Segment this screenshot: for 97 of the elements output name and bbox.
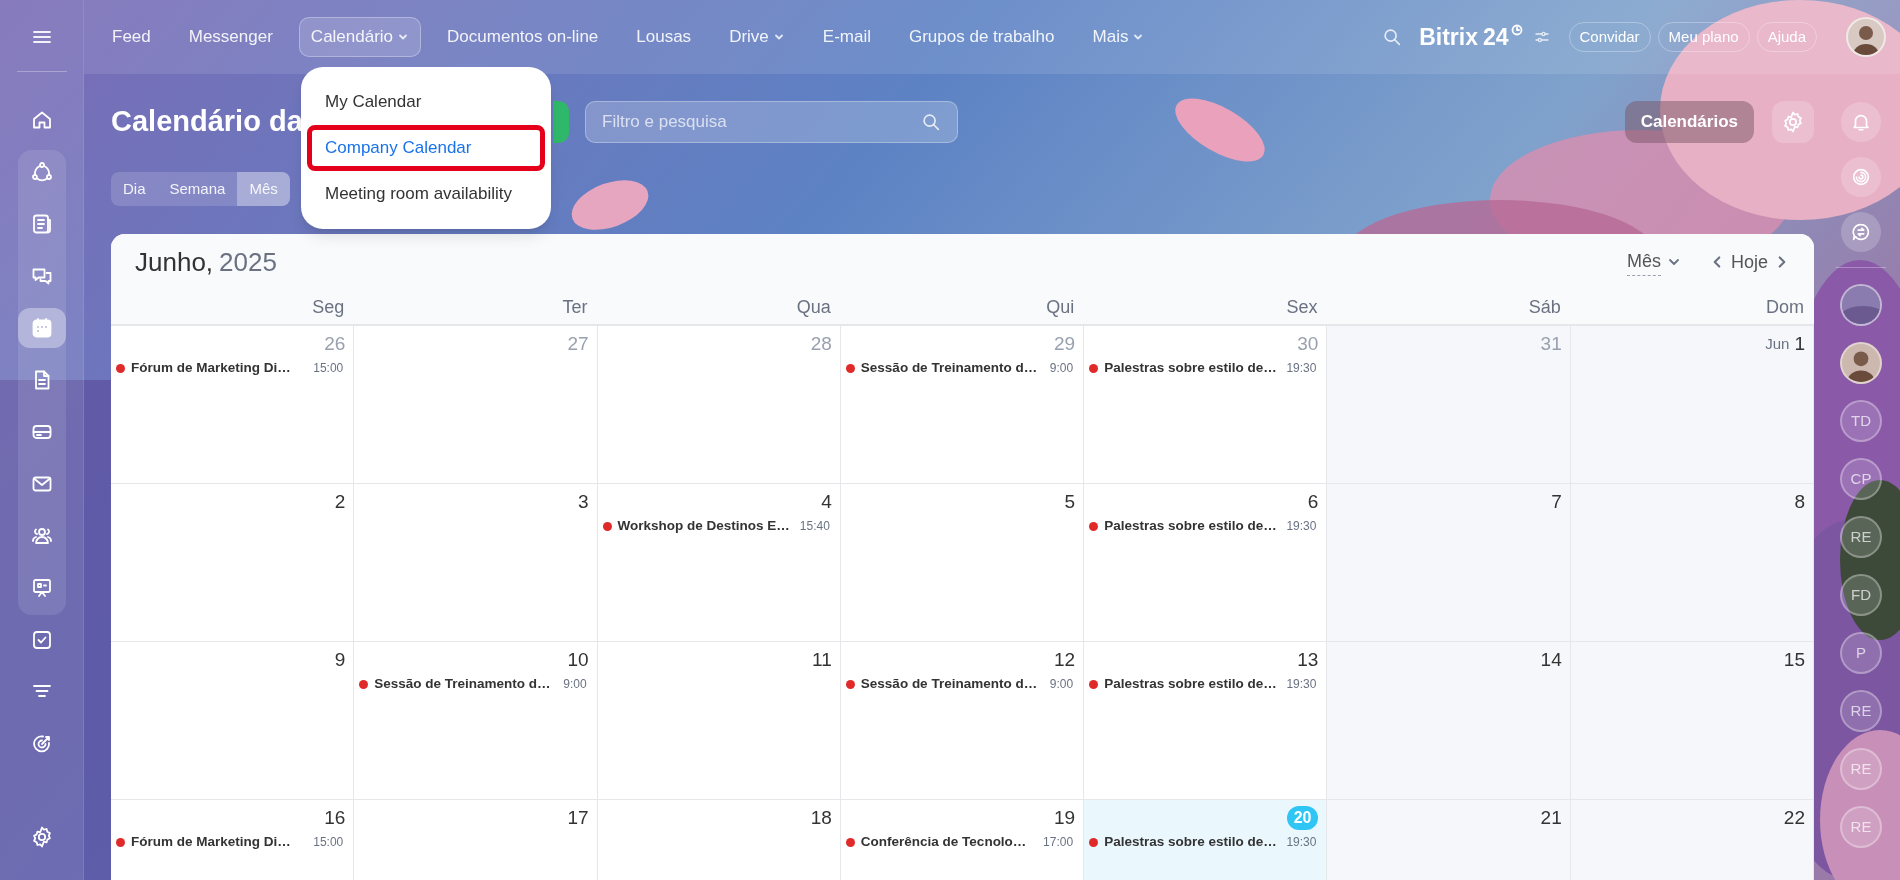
day-number: 19 <box>1054 805 1076 830</box>
day-cell[interactable]: 30 Palestras sobre estilo de… 19:30 <box>1084 326 1328 484</box>
month-label: Jun <box>1765 333 1790 354</box>
day-cell[interactable]: 14 <box>1327 642 1571 800</box>
day-number: 22 <box>1783 805 1805 830</box>
day-number: 7 <box>1551 489 1562 514</box>
day-number: 6 <box>1307 489 1319 514</box>
day-cell[interactable]: Jun 1 <box>1570 326 1814 484</box>
day-cell[interactable]: 22 <box>1570 800 1814 880</box>
day-cell[interactable]: 4 Workshop de Destinos E… 15:40 <box>597 484 841 642</box>
nodes-icon[interactable] <box>29 160 54 184</box>
weekday-label: Qui <box>1046 295 1075 319</box>
menu-item[interactable]: Company Calendar <box>307 125 545 171</box>
today-button[interactable]: Hoje <box>1730 248 1768 276</box>
menu-item[interactable]: Meeting room availability <box>307 171 545 217</box>
day-number: 30 <box>1297 331 1319 356</box>
menu-item[interactable]: My Calendar <box>307 79 545 125</box>
event-title[interactable]: Sessão de Treinamento d… <box>860 673 1038 695</box>
event-title[interactable]: Palestras sobre estilo de… <box>1104 515 1277 537</box>
day-number: 29 <box>1054 331 1076 356</box>
day-cell[interactable]: 11 <box>597 642 841 800</box>
day-number: 4 <box>821 489 832 514</box>
event-title[interactable]: Sessão de Treinamento d… <box>374 673 551 695</box>
day-number: 18 <box>810 805 832 830</box>
event-title[interactable]: Palestras sobre estilo de… <box>1104 357 1277 379</box>
day-number: 28 <box>810 331 832 356</box>
year-label: 2025 <box>219 246 277 277</box>
event-time: 19:30 <box>1286 518 1317 535</box>
day-cell[interactable]: 7 <box>1327 484 1571 642</box>
view-select[interactable]: Mês <box>1626 248 1681 276</box>
search-icon[interactable] <box>920 111 942 133</box>
weekday-label: Seg <box>312 295 345 319</box>
weekday-label: Qua <box>796 295 831 319</box>
day-number: 12 <box>1054 647 1076 672</box>
day-cell[interactable]: 26 Fórum de Marketing Di… 15:00 <box>111 326 355 484</box>
day-cell[interactable]: 29 Sessão de Treinamento d… 9:00 <box>840 326 1085 484</box>
weekday-label: Sáb <box>1528 295 1561 319</box>
day-number: 9 <box>334 647 346 672</box>
event-time: 17:00 <box>1043 834 1074 851</box>
logo-number: 24 <box>1482 22 1509 52</box>
event-time: 19:30 <box>1286 676 1317 693</box>
month-label: Junho, <box>135 246 214 277</box>
day-cell[interactable]: 20 Palestras sobre estilo de… 19:30 <box>1084 800 1328 880</box>
day-number: 15 <box>1783 647 1805 672</box>
day-number: 21 <box>1540 805 1562 830</box>
day-number: 26 <box>324 331 346 356</box>
day-number: 31 <box>1540 331 1562 356</box>
event-time: 15:00 <box>313 834 344 851</box>
settings-icon <box>1781 110 1805 134</box>
day-cell[interactable]: 8 <box>1570 484 1814 642</box>
day-number: 3 <box>578 489 589 514</box>
clock-icon <box>1510 23 1523 36</box>
settings-icon[interactable] <box>30 825 54 849</box>
initials-avatar[interactable]: FD <box>1840 574 1882 616</box>
day-number: 10 <box>567 647 589 672</box>
event-time: 19:30 <box>1286 834 1317 851</box>
event-time: 9:00 <box>1049 676 1074 693</box>
event-title[interactable]: Palestras sobre estilo de… <box>1104 831 1277 853</box>
day-cell[interactable]: 3 <box>354 484 598 642</box>
event-title[interactable]: Fórum de Marketing Di… <box>131 357 291 379</box>
day-cell[interactable]: 15 <box>1570 642 1814 800</box>
page-title: Calendário da <box>111 105 303 138</box>
chat-arrows-icon[interactable] <box>1850 221 1872 243</box>
day-number: 27 <box>567 331 589 356</box>
day-cell[interactable]: 6 Palestras sobre estilo de… 19:30 <box>1084 484 1328 642</box>
day-cell[interactable]: 2 <box>111 484 355 642</box>
day-number: 14 <box>1540 647 1562 672</box>
today-badge: 20 <box>1286 806 1319 830</box>
event-title[interactable]: Conferência de Tecnolo… <box>860 831 1027 853</box>
day-cell[interactable]: 21 <box>1327 800 1571 880</box>
day-number: 1 <box>1794 331 1805 356</box>
event-title[interactable]: Workshop de Destinos E… <box>617 515 790 537</box>
weekday-label: Ter <box>562 295 588 319</box>
event-time: 9:00 <box>1049 360 1074 377</box>
event-time: 15:40 <box>799 518 830 535</box>
weekday-label: Dom <box>1766 295 1804 319</box>
day-cell[interactable]: 9 <box>111 642 355 800</box>
event-time: 19:30 <box>1286 360 1317 377</box>
day-cell[interactable]: 5 <box>840 484 1085 642</box>
event-title[interactable]: Fórum de Marketing Di… <box>131 831 291 853</box>
event-time: 15:00 <box>313 360 344 377</box>
initials-avatar[interactable]: RE <box>1840 516 1882 558</box>
day-cell[interactable]: 10 Sessão de Treinamento d… 9:00 <box>354 642 598 800</box>
weekday-label: Sex <box>1286 295 1318 319</box>
day-number: 8 <box>1794 489 1805 514</box>
day-number: 2 <box>334 489 346 514</box>
day-number: 11 <box>812 647 832 672</box>
day-number: 13 <box>1297 647 1319 672</box>
day-cell[interactable]: 12 Sessão de Treinamento d… 9:00 <box>840 642 1085 800</box>
day-cell[interactable]: 13 Palestras sobre estilo de… 19:30 <box>1084 642 1328 800</box>
day-number: 17 <box>567 805 589 830</box>
logo-text: Bitrix <box>1419 22 1478 52</box>
day-number: 5 <box>1064 489 1076 514</box>
event-title[interactable]: Palestras sobre estilo de… <box>1104 673 1277 695</box>
event-title[interactable]: Sessão de Treinamento d… <box>860 357 1038 379</box>
event-time: 9:00 <box>563 676 587 693</box>
day-number: 16 <box>324 805 346 830</box>
